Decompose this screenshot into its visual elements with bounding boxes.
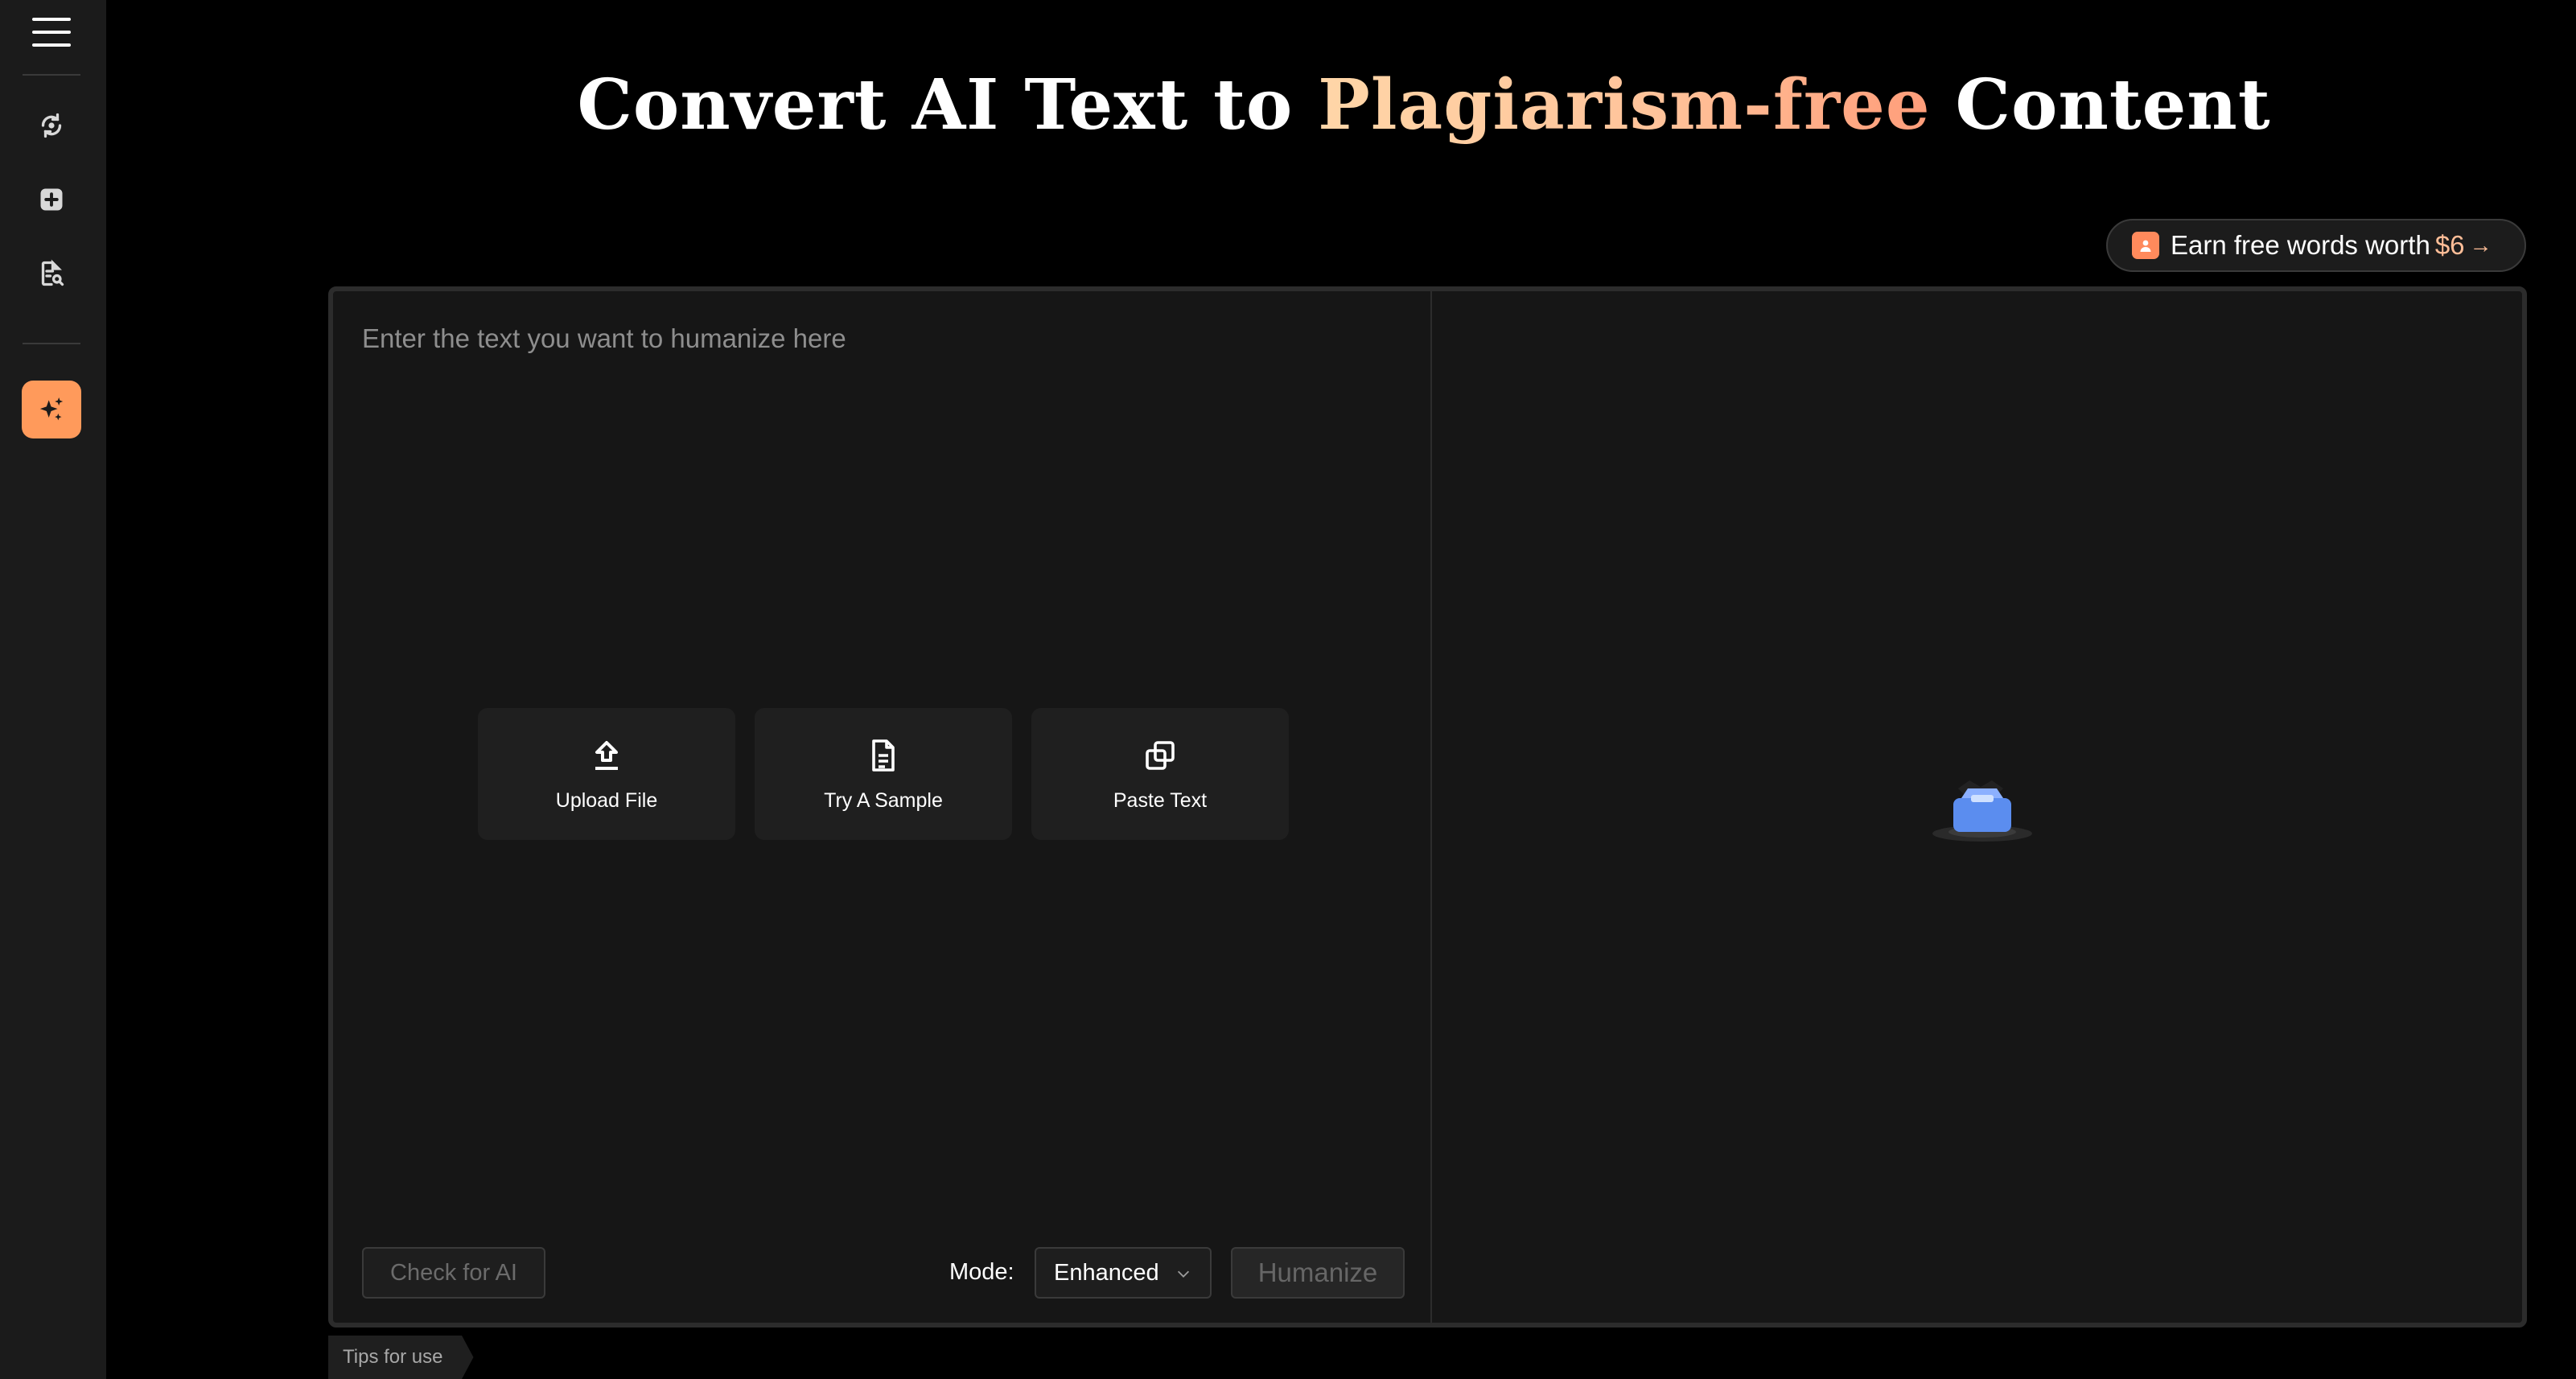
try-sample-button[interactable]: Try A Sample (755, 708, 1012, 840)
arrow-right-icon: → (2469, 233, 2492, 257)
sidebar-divider (23, 343, 80, 344)
hamburger-icon[interactable] (32, 18, 71, 47)
mode-select[interactable]: Enhanced (1035, 1247, 1212, 1299)
upload-icon (595, 740, 618, 770)
sparkles-icon (39, 397, 64, 421)
plus-square-icon[interactable] (35, 183, 68, 216)
earn-label: Earn free words worth (2171, 230, 2430, 260)
input-actions: Upload File Try A Sample Paste Text (478, 708, 1289, 840)
check-for-ai-button[interactable]: Check for AI (362, 1247, 545, 1299)
paste-text-label: Paste Text (1113, 788, 1208, 812)
copy-icon (1146, 740, 1175, 770)
earn-price: $6 (2434, 230, 2465, 260)
sidebar-item-humanizer[interactable] (22, 381, 81, 438)
mode-value: Enhanced (1054, 1259, 1159, 1286)
text-input[interactable]: Enter the text you want to humanize here (362, 323, 846, 354)
chevron-down-icon (1177, 1270, 1190, 1278)
try-sample-label: Try A Sample (824, 788, 943, 812)
upload-file-button[interactable]: Upload File (478, 708, 735, 840)
humanize-button[interactable]: Humanize (1231, 1247, 1405, 1299)
title-highlight: Plagiarism-free (1318, 64, 1931, 146)
paste-text-button[interactable]: Paste Text (1031, 708, 1289, 840)
document-search-icon[interactable] (35, 257, 68, 290)
earn-free-words-button[interactable]: Earn free words worth $6 → (2106, 219, 2526, 272)
humanizer-panel: Enter the text you want to humanize here… (328, 286, 2527, 1328)
title-suffix: Content (1930, 64, 2271, 146)
panel-divider (1430, 291, 1432, 1323)
sidebar (0, 0, 106, 1379)
title-prefix: Convert AI Text to (577, 64, 1319, 146)
tips-for-use-tab[interactable]: Tips for use (328, 1336, 474, 1379)
upload-file-label: Upload File (555, 788, 658, 812)
gift-icon (2132, 232, 2159, 259)
mode-label: Mode: (949, 1259, 1014, 1285)
page-title: Convert AI Text to Plagiarism-free Conte… (0, 64, 2576, 146)
document-icon (872, 739, 895, 772)
empty-box-icon (1932, 780, 2032, 842)
